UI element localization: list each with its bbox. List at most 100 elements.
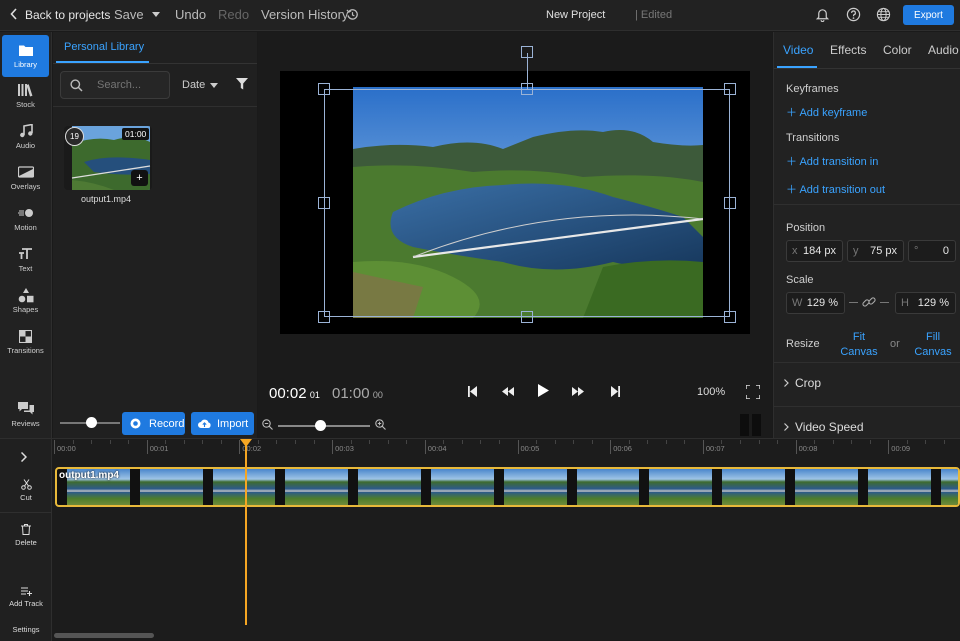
redo-button[interactable]: Redo — [218, 7, 249, 22]
library-panel: Personal Library Date 19 01:00 + output1… — [53, 32, 257, 438]
resize-handle[interactable] — [724, 197, 736, 209]
back-to-projects-link[interactable]: Back to projects — [25, 8, 110, 22]
timeline-scrollbar[interactable] — [54, 633, 154, 638]
chevron-right-icon — [784, 423, 789, 431]
bell-icon[interactable] — [815, 7, 830, 22]
caret-down-icon[interactable] — [152, 12, 160, 17]
ruler-tick-label: 00:04 — [427, 444, 447, 453]
settings-tool[interactable]: Settings — [4, 625, 48, 634]
rewind-icon[interactable] — [502, 387, 514, 396]
globe-icon[interactable] — [876, 7, 891, 22]
skip-start-icon[interactable] — [468, 386, 477, 397]
resize-handle[interactable] — [521, 311, 533, 323]
rail-item-text[interactable]: Text — [2, 240, 49, 280]
rail-item-label: Reviews — [11, 419, 40, 428]
ruler-minor-tick — [128, 440, 130, 444]
ruler-minor-tick — [758, 440, 760, 444]
tab-personal-library[interactable]: Personal Library — [64, 41, 144, 53]
divider — [774, 362, 960, 363]
resize-handle[interactable] — [724, 83, 736, 95]
fast-forward-icon[interactable] — [572, 387, 584, 396]
fill-canvas-button[interactable]: Fill Canvas — [911, 330, 955, 360]
chevron-left-icon[interactable] — [10, 8, 18, 20]
rotation-field[interactable]: ° 0 — [908, 240, 956, 262]
rail-item-overlays[interactable]: Overlays — [2, 158, 49, 198]
timeline-zoom-handle[interactable] — [315, 420, 326, 431]
add-track-tool[interactable]: Add Track — [4, 585, 48, 608]
search-input[interactable] — [97, 77, 167, 93]
media-thumbnail[interactable]: 19 01:00 + — [64, 126, 152, 190]
ruler-tick — [795, 440, 797, 454]
rail-item-audio[interactable]: Audio — [2, 117, 49, 157]
add-transition-in-button[interactable]: ＋ Add transition in — [786, 153, 878, 169]
undo-button[interactable]: Undo — [175, 7, 206, 22]
rail-item-library[interactable]: Library — [2, 35, 49, 77]
scale-height-field[interactable]: H 129 % — [895, 292, 956, 314]
resize-handle[interactable] — [521, 83, 533, 95]
filmstrip-frame — [576, 469, 640, 505]
time-ruler[interactable]: 00:00 00:01 00:02 00:03 00:04 00:05 00:06 00:07… — [54, 440, 960, 458]
fit-canvas-button[interactable]: Fit Canvas — [837, 330, 881, 360]
rail-item-stock[interactable]: Stock — [2, 76, 49, 116]
crop-section[interactable]: Crop — [784, 376, 821, 390]
split-view-icon[interactable] — [740, 414, 761, 436]
resize-handle[interactable] — [724, 311, 736, 323]
cut-tool[interactable]: Cut — [4, 479, 48, 502]
help-icon[interactable] — [846, 7, 861, 22]
resize-handle[interactable] — [318, 197, 330, 209]
tab-video[interactable]: Video — [783, 43, 813, 57]
record-button[interactable]: Record — [122, 412, 185, 435]
playhead[interactable] — [240, 439, 253, 641]
tab-color[interactable]: Color — [883, 43, 912, 57]
scale-width-field[interactable]: W 129 % — [786, 292, 845, 314]
ruler-minor-tick — [869, 440, 871, 444]
fullscreen-icon[interactable] — [746, 385, 760, 399]
history-icon[interactable] — [346, 8, 359, 21]
ruler-minor-tick — [91, 440, 93, 444]
expand-chevron-icon[interactable] — [21, 452, 27, 462]
transitions-title: Transitions — [786, 132, 840, 144]
media-filename: output1.mp4 — [81, 194, 132, 204]
search-box[interactable] — [60, 71, 170, 99]
ruler-minor-tick — [350, 440, 352, 444]
rail-item-motion[interactable]: Motion — [2, 199, 49, 239]
top-bar: Back to projects Save Undo Redo Version … — [0, 0, 960, 31]
current-time-display: 00:02 01 — [269, 385, 320, 402]
add-media-icon[interactable]: + — [131, 170, 148, 186]
filter-icon[interactable] — [236, 78, 248, 90]
rail-item-reviews[interactable]: Reviews — [2, 395, 49, 435]
add-transition-out-button[interactable]: ＋ Add transition out — [786, 181, 885, 197]
tab-audio[interactable]: Audio — [928, 43, 959, 57]
rotate-handle[interactable] — [521, 46, 533, 58]
transform-box[interactable] — [324, 89, 730, 317]
ruler-tick-label: 00:07 — [705, 444, 725, 453]
project-title[interactable]: New Project — [546, 9, 605, 21]
caret-down-icon[interactable] — [210, 83, 218, 88]
tab-effects[interactable]: Effects — [830, 43, 866, 57]
divider — [774, 406, 960, 407]
import-button[interactable]: Import — [191, 412, 254, 435]
version-history-button[interactable]: Version History — [261, 7, 348, 22]
position-y-field[interactable]: y 75 px — [847, 240, 904, 262]
resize-handle[interactable] — [318, 83, 330, 95]
export-button[interactable]: Export — [903, 5, 954, 25]
delete-tool[interactable]: Delete — [4, 524, 48, 547]
zoom-out-icon[interactable] — [262, 419, 273, 430]
rail-item-transitions[interactable]: Transitions — [2, 322, 49, 362]
video-speed-section[interactable]: Video Speed — [784, 420, 864, 434]
rail-item-shapes[interactable]: Shapes — [2, 281, 49, 321]
filmstrip-frame — [795, 469, 858, 505]
zoom-in-icon[interactable] — [375, 419, 386, 430]
sort-dropdown[interactable]: Date — [182, 79, 205, 91]
play-icon[interactable] — [538, 384, 549, 397]
skip-end-icon[interactable] — [611, 386, 620, 397]
save-button[interactable]: Save — [114, 7, 144, 22]
link-icon[interactable] — [862, 295, 876, 309]
add-keyframe-button[interactable]: ＋ Add keyframe — [786, 104, 867, 120]
resize-handle[interactable] — [318, 311, 330, 323]
ruler-minor-tick — [276, 440, 278, 444]
slider-handle[interactable] — [86, 417, 97, 428]
zoom-level[interactable]: 100% — [697, 386, 725, 398]
position-x-field[interactable]: x 184 px — [786, 240, 843, 262]
video-clip[interactable]: output1.mp4 — [55, 467, 960, 507]
